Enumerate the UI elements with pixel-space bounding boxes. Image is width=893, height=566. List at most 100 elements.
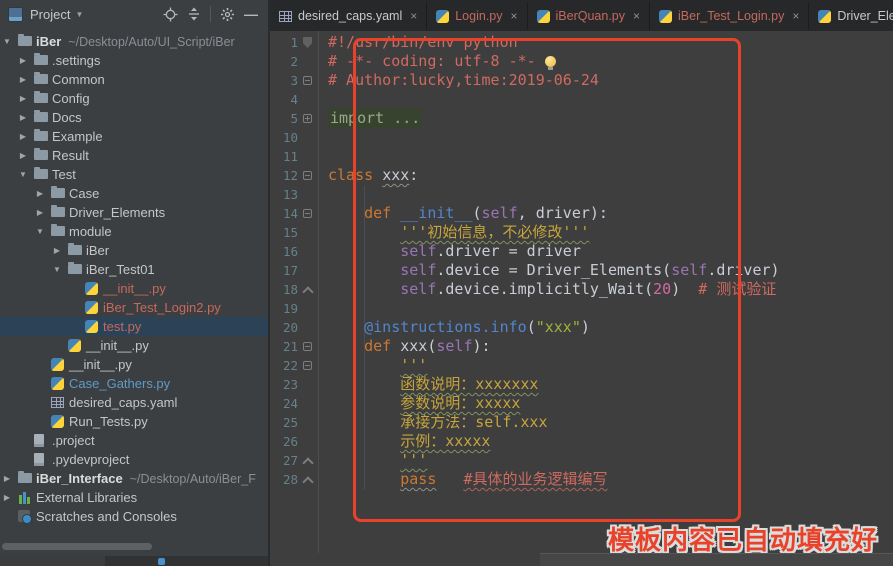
tree-item-iBer_Test_Login2.py[interactable]: iBer_Test_Login2.py — [0, 298, 268, 317]
code-line-11[interactable]: 11 — [270, 147, 893, 166]
tree-item-Scratches-and-Consoles[interactable]: Scratches and Consoles — [0, 507, 268, 526]
code-line-4[interactable]: 4 — [270, 90, 893, 109]
code-line-16[interactable]: 16 self.driver = driver — [270, 242, 893, 261]
tab-iBerQuan.py[interactable]: iBerQuan.py× — [528, 2, 651, 30]
expand-arrow-icon[interactable]: ▶ — [34, 203, 46, 222]
tree-item-Docs[interactable]: ▶Docs — [0, 108, 268, 127]
expand-arrow-icon[interactable]: ▶ — [17, 51, 29, 70]
code-line-1[interactable]: 1#!/usr/bin/env python — [270, 33, 893, 52]
line-number[interactable]: 23 — [270, 375, 298, 394]
fold-marker-up-icon[interactable] — [302, 451, 314, 470]
tree-item-Run_Tests.py[interactable]: Run_Tests.py — [0, 412, 268, 431]
line-number[interactable]: 13 — [270, 185, 298, 204]
code-line-3[interactable]: 3# Author:lucky,time:2019-06-24 — [270, 71, 893, 90]
tree-item-iBer[interactable]: ▼iBer~/Desktop/Auto/UI_Script/iBer — [0, 32, 268, 51]
tree-item-Common[interactable]: ▶Common — [0, 70, 268, 89]
fold-marker-up-icon[interactable] — [302, 470, 314, 489]
chevron-down-icon[interactable]: ▼ — [75, 10, 83, 19]
line-number[interactable]: 14 — [270, 204, 298, 223]
line-number[interactable]: 18 — [270, 280, 298, 299]
code-line-21[interactable]: 21 def xxx(self): — [270, 337, 893, 356]
tree-item-.project[interactable]: .project — [0, 431, 268, 450]
code-line-24[interactable]: 24 参数说明：xxxxx — [270, 394, 893, 413]
line-number[interactable]: 19 — [270, 299, 298, 318]
expand-arrow-icon[interactable]: ▶ — [1, 488, 13, 507]
expand-arrow-icon[interactable]: ▶ — [17, 70, 29, 89]
tab-Driver_Elements.py[interactable]: Driver_Elements.py — [809, 2, 893, 30]
expand-arrow-icon[interactable]: ▶ — [51, 241, 63, 260]
tree-item-iBer_Interface[interactable]: ▶iBer_Interface~/Desktop/Auto/iBer_F — [0, 469, 268, 488]
code-line-10[interactable]: 10 — [270, 128, 893, 147]
fold-marker-up-icon[interactable] — [302, 280, 314, 299]
tree-item-.settings[interactable]: ▶.settings — [0, 51, 268, 70]
collapse-arrow-icon[interactable]: ▼ — [51, 260, 63, 279]
close-tab-icon[interactable]: × — [511, 9, 518, 23]
line-number[interactable]: 4 — [270, 90, 298, 109]
intention-bulb-icon[interactable] — [545, 56, 556, 67]
settings-icon[interactable] — [220, 7, 235, 22]
fold-marker-minus-icon[interactable] — [302, 71, 314, 90]
code-line-20[interactable]: 20 @instructions.info("xxx") — [270, 318, 893, 337]
tree-item-Example[interactable]: ▶Example — [0, 127, 268, 146]
line-number[interactable]: 27 — [270, 451, 298, 470]
line-number[interactable]: 3 — [270, 71, 298, 90]
tab-iBer_Test_Login.py[interactable]: iBer_Test_Login.py× — [650, 2, 809, 30]
hide-panel-icon[interactable]: — — [244, 9, 258, 19]
fold-marker-plus-icon[interactable] — [302, 109, 314, 128]
line-number[interactable]: 12 — [270, 166, 298, 185]
code-line-17[interactable]: 17 self.device = Driver_Elements(self.dr… — [270, 261, 893, 280]
code-line-13[interactable]: 13 — [270, 185, 893, 204]
tree-item-Case_Gathers.py[interactable]: Case_Gathers.py — [0, 374, 268, 393]
code-editor[interactable]: 1#!/usr/bin/env python2# -*- coding: utf… — [270, 31, 893, 553]
tree-item-module[interactable]: ▼module — [0, 222, 268, 241]
tree-item-iBer[interactable]: ▶iBer — [0, 241, 268, 260]
expand-arrow-icon[interactable]: ▶ — [17, 89, 29, 108]
line-number[interactable]: 26 — [270, 432, 298, 451]
tree-item-iBer_Test01[interactable]: ▼iBer_Test01 — [0, 260, 268, 279]
expand-arrow-icon[interactable]: ▶ — [17, 108, 29, 127]
code-line-27[interactable]: 27 ''' — [270, 451, 893, 470]
expand-arrow-icon[interactable]: ▶ — [34, 184, 46, 203]
code-line-28[interactable]: 28 pass #具体的业务逻辑编写 — [270, 470, 893, 489]
code-line-15[interactable]: 15 '''初始信息，不必修改''' — [270, 223, 893, 242]
tab-Login.py[interactable]: Login.py× — [427, 2, 527, 30]
fold-marker-tag-icon[interactable] — [302, 33, 314, 52]
line-number[interactable]: 25 — [270, 413, 298, 432]
tree-item-__init__.py[interactable]: __init__.py — [0, 336, 268, 355]
line-number[interactable]: 5 — [270, 109, 298, 128]
tree-item-Case[interactable]: ▶Case — [0, 184, 268, 203]
tree-item-External-Libraries[interactable]: ▶External Libraries — [0, 488, 268, 507]
line-number[interactable]: 24 — [270, 394, 298, 413]
horizontal-scrollbar-thumb[interactable] — [2, 543, 152, 550]
expand-arrow-icon[interactable]: ▶ — [17, 127, 29, 146]
tree-item-Driver_Elements[interactable]: ▶Driver_Elements — [0, 203, 268, 222]
line-number[interactable]: 10 — [270, 128, 298, 147]
line-number[interactable]: 21 — [270, 337, 298, 356]
collapse-arrow-icon[interactable]: ▼ — [34, 222, 46, 241]
code-line-14[interactable]: 14 def __init__(self, driver): — [270, 204, 893, 223]
fold-marker-minus-icon[interactable] — [302, 337, 314, 356]
line-number[interactable]: 16 — [270, 242, 298, 261]
code-line-18[interactable]: 18 self.device.implicitly_Wait(20) # 测试验… — [270, 280, 893, 299]
locate-icon[interactable] — [163, 7, 178, 22]
code-line-22[interactable]: 22 ''' — [270, 356, 893, 375]
fold-marker-minus-icon[interactable] — [302, 166, 314, 185]
tree-item-Config[interactable]: ▶Config — [0, 89, 268, 108]
fold-marker-minus-icon[interactable] — [302, 356, 314, 375]
tree-item-__init__.py[interactable]: __init__.py — [0, 355, 268, 374]
line-number[interactable]: 17 — [270, 261, 298, 280]
code-line-2[interactable]: 2# -*- coding: utf-8 -*- — [270, 52, 893, 71]
code-line-12[interactable]: 12class xxx: — [270, 166, 893, 185]
line-number[interactable]: 22 — [270, 356, 298, 375]
project-panel-title[interactable]: Project — [30, 7, 70, 22]
tree-item-Test[interactable]: ▼Test — [0, 165, 268, 184]
line-number[interactable]: 1 — [270, 33, 298, 52]
collapse-all-icon[interactable] — [187, 7, 201, 21]
close-tab-icon[interactable]: × — [410, 9, 417, 23]
expand-arrow-icon[interactable]: ▶ — [17, 146, 29, 165]
line-number[interactable]: 20 — [270, 318, 298, 337]
tree-item-desired_caps.yaml[interactable]: desired_caps.yaml — [0, 393, 268, 412]
collapse-arrow-icon[interactable]: ▼ — [1, 32, 13, 51]
code-line-25[interactable]: 25 承接方法：self.xxx — [270, 413, 893, 432]
fold-marker-minus-icon[interactable] — [302, 204, 314, 223]
